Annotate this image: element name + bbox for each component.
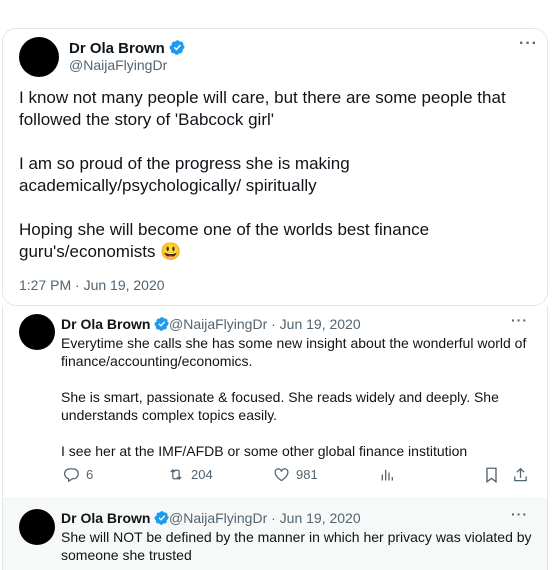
author-name[interactable]: Dr Ola Brown [69, 39, 186, 57]
tweet-body: I know not many people will care, but th… [19, 87, 519, 285]
reply-author-name[interactable]: Dr Ola Brown [61, 316, 170, 332]
tweet-paragraph: I know not many people will care, but th… [19, 88, 506, 129]
bookmark-button[interactable] [484, 466, 505, 484]
reply-count: 6 [86, 467, 94, 482]
reply-paragraph: I see her at the IMF/AFDB or some other … [61, 443, 468, 459]
more-dots-icon[interactable]: ··· [519, 35, 538, 53]
reply-tweet[interactable]: Dr Ola Brown @NaijaFlyingDr · Jun 19, 20… [2, 306, 548, 499]
retweet-button[interactable]: 204 [167, 466, 213, 483]
reply-handle-date[interactable]: @NaijaFlyingDr · Jun 19, 2020 [169, 316, 361, 332]
author-handle[interactable]: @NaijaFlyingDr [69, 57, 167, 73]
more-dots-icon[interactable]: ··· [511, 312, 528, 328]
main-tweet-card[interactable]: Dr Ola Brown @NaijaFlyingDr ··· I know n… [2, 28, 548, 306]
reply-icon [63, 468, 79, 483]
views-button[interactable] [379, 466, 401, 483]
reply-body: Everytime she calls she has some new ins… [61, 334, 537, 478]
heart-icon [274, 468, 289, 482]
views-icon [381, 469, 393, 481]
reply-body: She will NOT be defined by the manner in… [61, 529, 532, 563]
share-icon [514, 467, 527, 482]
avatar[interactable] [19, 314, 55, 350]
more-dots-icon[interactable]: ··· [511, 506, 528, 522]
author-name-text[interactable]: Dr Ola Brown [69, 40, 165, 57]
share-button[interactable] [512, 466, 535, 484]
reply-paragraph: Everytime she calls she has some new ins… [61, 335, 527, 369]
reply-author-name-text[interactable]: Dr Ola Brown [61, 510, 150, 526]
tweet-timestamp[interactable]: 1:27 PM · Jun 19, 2020 [19, 277, 165, 293]
reply-button[interactable]: 6 [63, 466, 93, 483]
avatar[interactable] [19, 37, 59, 77]
retweet-icon [170, 468, 182, 481]
reply-paragraph: She is smart, passionate & focused. She … [61, 389, 499, 423]
like-button[interactable]: 981 [273, 466, 318, 483]
verified-badge-icon [169, 40, 185, 55]
bookmark-icon [486, 467, 497, 484]
tweet-thread: Dr Ola Brown @NaijaFlyingDr ··· I know n… [0, 0, 554, 570]
reply-tweet[interactable]: Dr Ola Brown @NaijaFlyingDr · Jun 19, 20… [2, 499, 548, 570]
avatar[interactable] [19, 509, 55, 545]
reply-author-name-text[interactable]: Dr Ola Brown [61, 316, 150, 332]
action-bar: 6 204 981 [3, 466, 547, 490]
reply-handle-date[interactable]: @NaijaFlyingDr · Jun 19, 2020 [169, 510, 361, 526]
tweet-paragraph: Hoping she will become one of the worlds… [19, 220, 430, 261]
retweet-count: 204 [191, 467, 213, 482]
like-count: 981 [296, 467, 318, 482]
reply-author-name[interactable]: Dr Ola Brown [61, 510, 170, 526]
tweet-paragraph: I am so proud of the progress she is mak… [19, 154, 350, 195]
